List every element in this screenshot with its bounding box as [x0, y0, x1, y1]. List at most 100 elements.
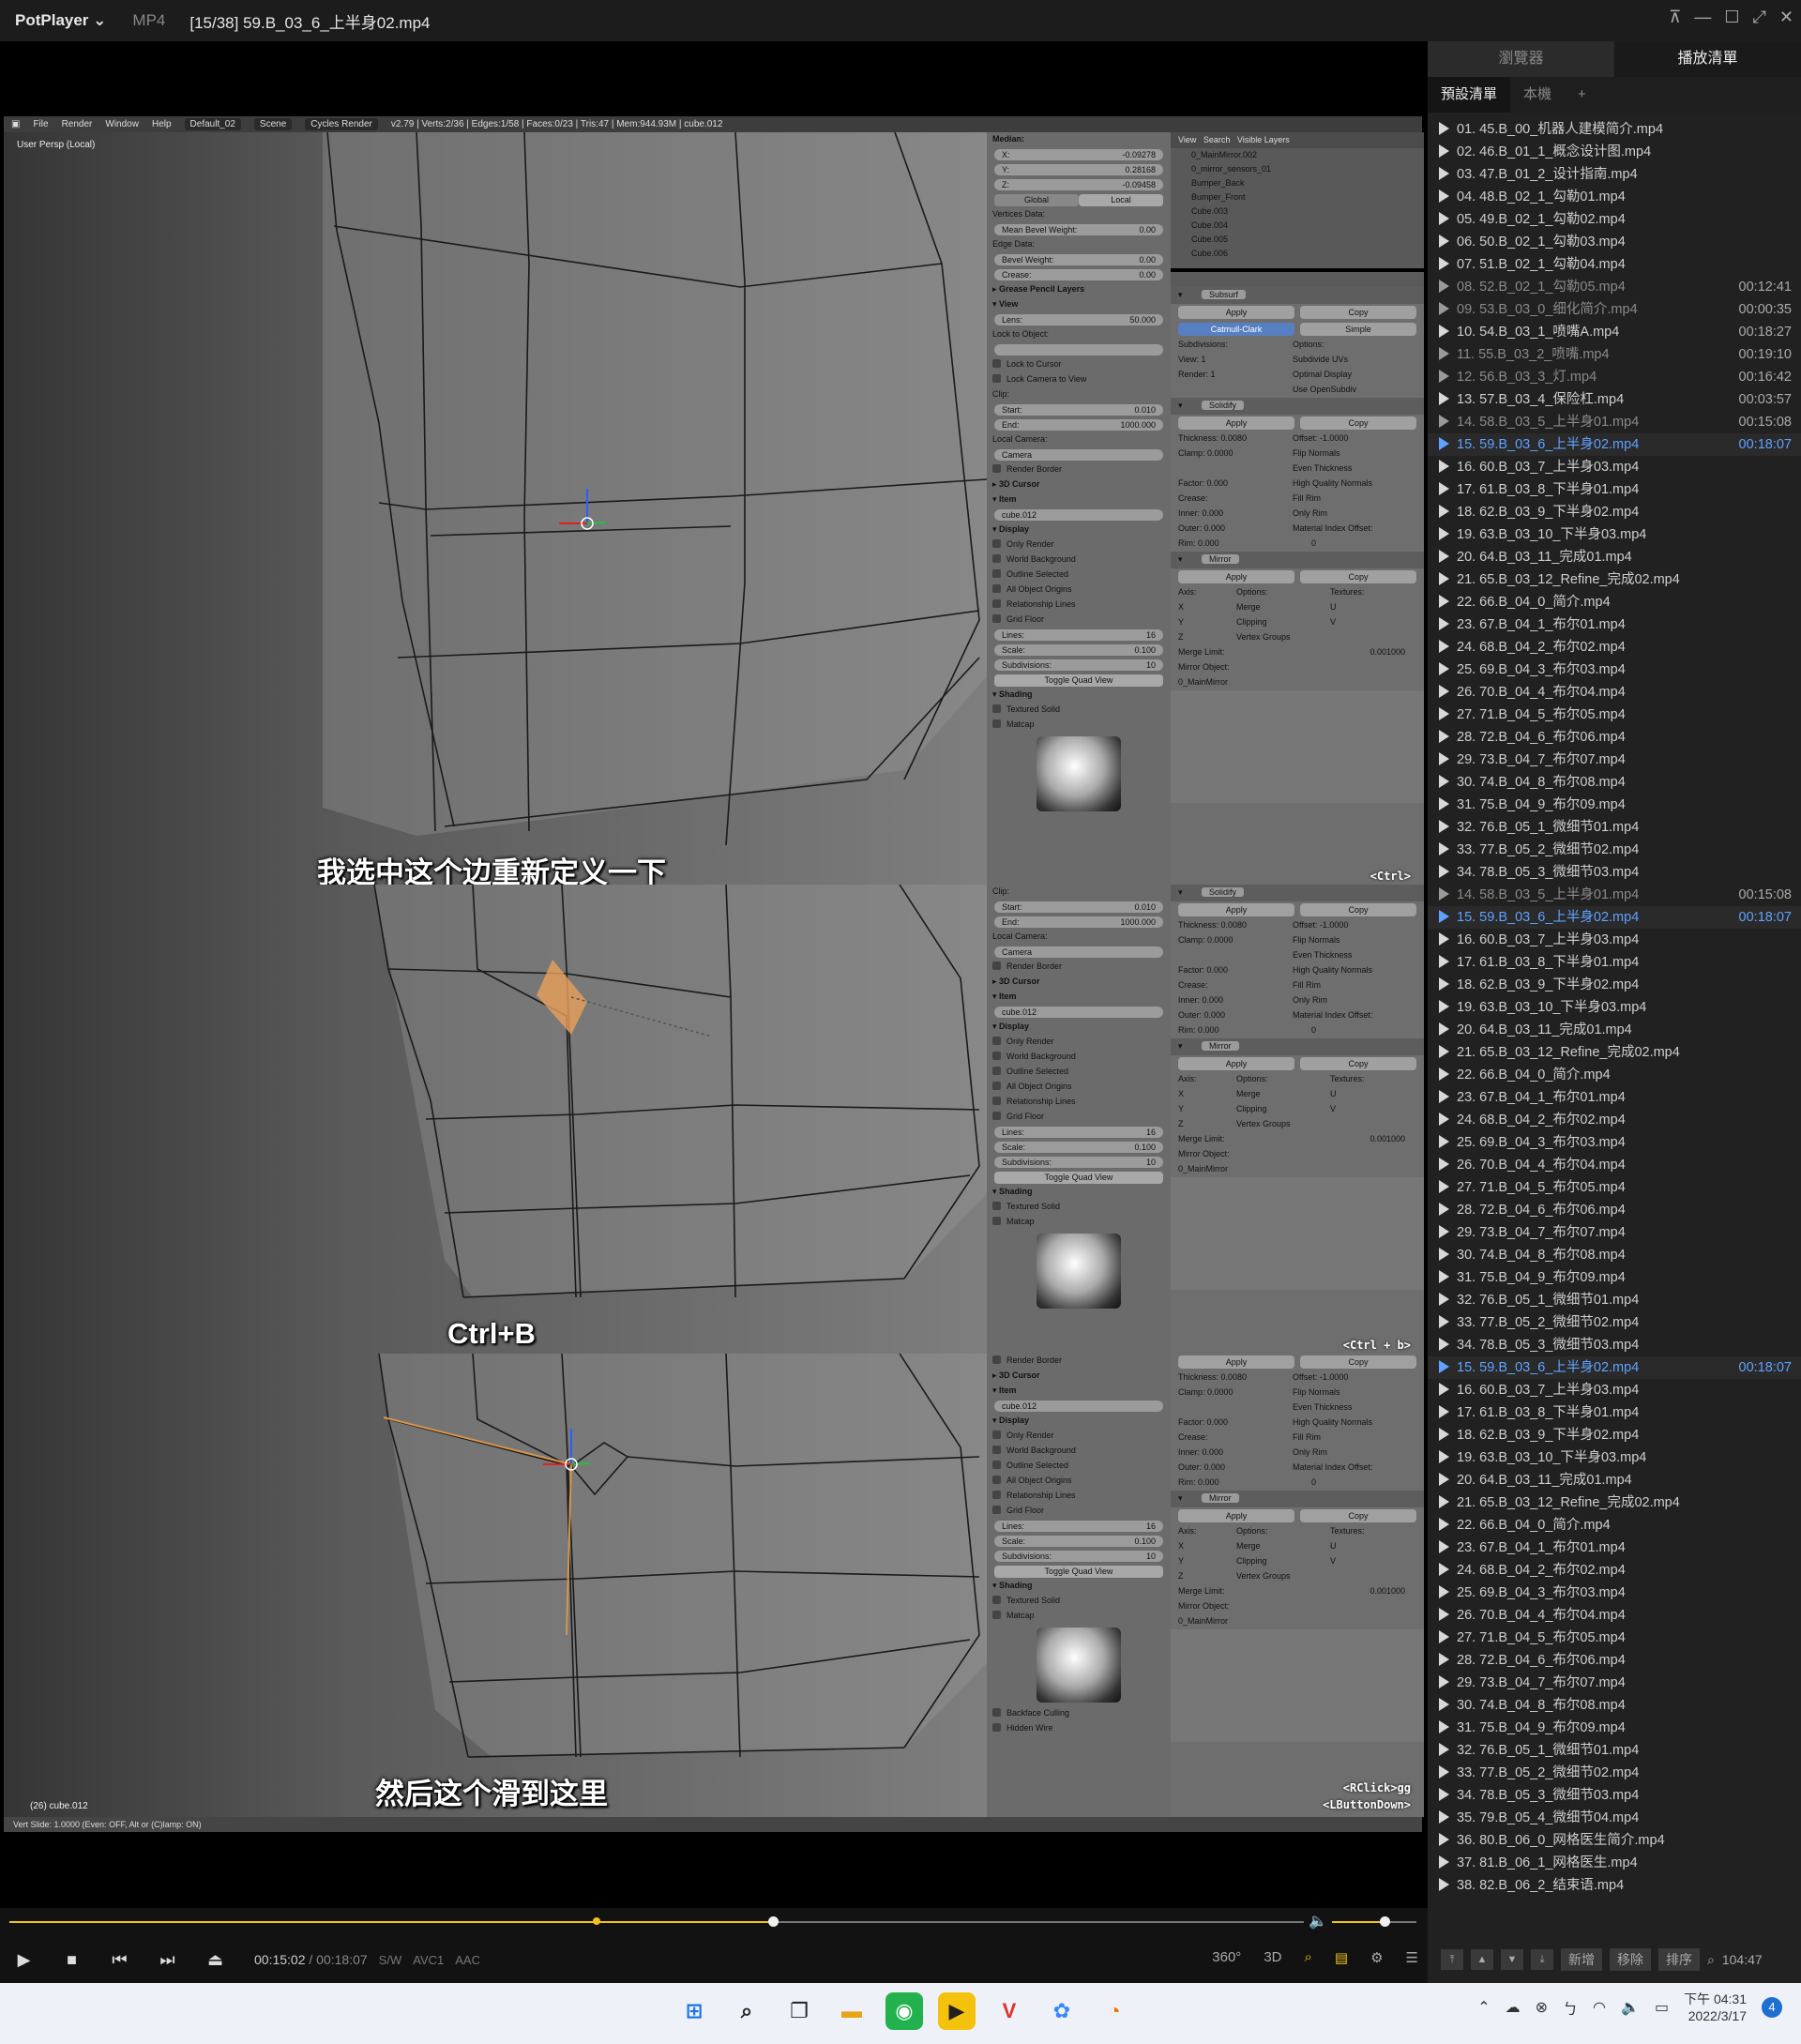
factor-field[interactable]: Factor: 0.000 [1178, 1417, 1228, 1427]
vr360-button[interactable]: 360° [1212, 1949, 1241, 1966]
next-icon[interactable]: ⏭ [144, 1950, 191, 1970]
grid-lines-field[interactable]: Lines: 16 [994, 1521, 1163, 1532]
stop-icon[interactable]: ■ [48, 1950, 96, 1970]
fullscreen-icon[interactable]: ⤢ [1753, 8, 1766, 27]
potplayer-icon[interactable]: ▶ [938, 1992, 976, 2030]
file-explorer-icon[interactable]: ▬ [833, 1992, 870, 2030]
cursor-3d-panel[interactable]: ▸ 3D Cursor [987, 975, 1171, 990]
local-toggle[interactable]: Local [1079, 194, 1163, 206]
hidden-wire-checkbox[interactable]: Hidden Wire [987, 1721, 1171, 1736]
only-render-checkbox[interactable]: Only Render [987, 1035, 1171, 1050]
viewport-3[interactable]: (26) cube.012 [4, 1354, 987, 1817]
playlist-item[interactable]: 11. 55.B_03_2_喷嘴.mp4 00:19:10 [1428, 343, 1801, 366]
playlist-item[interactable]: 29. 73.B_04_7_布尔07.mp4 [1428, 1221, 1801, 1244]
ab-marker[interactable] [593, 1917, 600, 1925]
vertex-groups-checkbox[interactable]: Vertex Groups [1236, 1119, 1291, 1128]
matcap-checkbox[interactable]: Matcap [987, 718, 1171, 733]
playlist-item[interactable]: 21. 65.B_03_12_Refine_完成02.mp4 [1428, 568, 1801, 591]
playlist-item[interactable]: 31. 75.B_04_9_布尔09.mp4 [1428, 1266, 1801, 1289]
axis-y-checkbox[interactable]: Y [1178, 617, 1184, 627]
lock-camera-checkbox[interactable]: Lock Camera to View [987, 372, 1171, 387]
thickness-field[interactable]: Thickness: 0.0080 [1178, 920, 1247, 930]
grid-floor-checkbox[interactable]: Grid Floor [987, 1504, 1171, 1519]
playlist-item[interactable]: 21. 65.B_03_12_Refine_完成02.mp4 [1428, 1491, 1801, 1514]
playlist-item-current[interactable]: 15. 59.B_03_6_上半身02.mp4 00:18:07 [1428, 1356, 1801, 1379]
playlist-item[interactable]: 14. 58.B_03_5_上半身01.mp4 00:15:08 [1428, 884, 1801, 906]
clamp-field[interactable]: Clamp: 0.0000 [1178, 448, 1233, 458]
playlist-item[interactable]: 17. 61.B_03_8_下半身01.mp4 [1428, 478, 1801, 501]
merge-limit-field[interactable]: Merge Limit: 0.001000 [1178, 647, 1405, 657]
outline-selected-checkbox[interactable]: Outline Selected [987, 568, 1171, 583]
menu-render[interactable]: Render [62, 119, 93, 129]
gear-icon[interactable]: ⚙ [1370, 1949, 1383, 1966]
fill-rim-checkbox[interactable]: Fill Rim [1293, 493, 1321, 503]
cursor-3d-panel[interactable]: ▸ 3D Cursor [987, 1369, 1171, 1384]
playlist-item[interactable]: 31. 75.B_04_9_布尔09.mp4 [1428, 1717, 1801, 1739]
even-thickness-checkbox[interactable]: Even Thickness [1293, 1402, 1352, 1412]
grid-floor-checkbox[interactable]: Grid Floor [987, 1110, 1171, 1125]
playlist-item[interactable]: 30. 74.B_04_8_布尔08.mp4 [1428, 771, 1801, 794]
add-button[interactable]: 新增 [1561, 1948, 1602, 1971]
video-codec-badge[interactable]: AVC1 [413, 1953, 444, 1967]
item-name-field[interactable]: cube.012 [994, 1007, 1163, 1018]
grid-scale-field[interactable]: Scale: 0.100 [994, 1142, 1163, 1153]
mean-bevel-field[interactable]: Mean Bevel Weight: 0.00 [994, 224, 1163, 235]
material-offset-field[interactable]: 0 [1311, 1025, 1316, 1035]
playlist-item[interactable]: 26. 70.B_04_4_布尔04.mp4 [1428, 681, 1801, 704]
add-list-button[interactable]: + [1565, 77, 1599, 113]
clock[interactable]: 下午 04:31 2022/3/17 [1684, 1991, 1747, 2024]
hq-normals-checkbox[interactable]: High Quality Normals [1293, 1417, 1372, 1427]
world-background-checkbox[interactable]: World Background [987, 1444, 1171, 1459]
view-panel[interactable]: ▾ View [987, 297, 1171, 312]
median-x-field[interactable]: X: -0.09278 [994, 149, 1163, 160]
all-origins-checkbox[interactable]: All Object Origins [987, 583, 1171, 598]
editor-type-icon[interactable]: ▣ [11, 119, 20, 129]
search-icon[interactable]: ⌕ [728, 1992, 765, 2030]
copy-button[interactable]: Copy [1300, 903, 1416, 916]
matcap-checkbox[interactable]: Matcap [987, 1609, 1171, 1624]
texture-u-checkbox[interactable]: U [1330, 602, 1337, 612]
subsurf-modifier-header[interactable]: ▾ Subsurf [1171, 287, 1424, 304]
display-panel[interactable]: ▾ Display [987, 1414, 1171, 1429]
outer-field[interactable]: Outer: 0.000 [1178, 1010, 1225, 1020]
maximize-icon[interactable]: ☐ [1724, 8, 1739, 27]
move-down-icon[interactable]: ▼ [1501, 1949, 1523, 1970]
menu-help[interactable]: Help [152, 119, 172, 129]
world-background-checkbox[interactable]: World Background [987, 553, 1171, 568]
playlist-item[interactable]: 05. 49.B_02_1_勾勒02.mp4 [1428, 208, 1801, 231]
merge-limit-field[interactable]: Merge Limit: 0.001000 [1178, 1586, 1405, 1596]
playlist-item[interactable]: 19. 63.B_03_10_下半身03.mp4 [1428, 523, 1801, 546]
texture-u-checkbox[interactable]: U [1330, 1541, 1337, 1551]
playlist-item[interactable]: 16. 60.B_03_7_上半身03.mp4 [1428, 456, 1801, 478]
render-border-checkbox[interactable]: Render Border [987, 1354, 1171, 1369]
outliner-item[interactable]: 0_MainMirror.002 [1171, 148, 1424, 162]
matcap-preview[interactable] [1037, 736, 1121, 811]
axis-z-checkbox[interactable]: Z [1178, 632, 1184, 642]
playlist-item-current[interactable]: 15. 59.B_03_6_上半身02.mp4 00:18:07 [1428, 433, 1801, 456]
minimize-icon[interactable]: — [1694, 8, 1711, 27]
outline-selected-checkbox[interactable]: Outline Selected [987, 1065, 1171, 1080]
playlist-item[interactable]: 01. 45.B_00_机器人建模简介.mp4 [1428, 118, 1801, 141]
flip-normals-checkbox[interactable]: Flip Normals [1293, 1387, 1340, 1397]
textured-solid-checkbox[interactable]: Textured Solid [987, 1200, 1171, 1215]
3d-button[interactable]: 3D [1264, 1949, 1281, 1966]
move-up-icon[interactable]: ▲ [1471, 1949, 1493, 1970]
playlist-item[interactable]: 27. 71.B_04_5_布尔05.mp4 [1428, 1176, 1801, 1199]
axis-x-checkbox[interactable]: X [1178, 1089, 1184, 1098]
axis-y-checkbox[interactable]: Y [1178, 1556, 1184, 1566]
solidify-modifier-header[interactable]: ▾ Solidify [1171, 885, 1424, 901]
shading-panel[interactable]: ▾ Shading [987, 1185, 1171, 1200]
pin-icon[interactable]: ⊼ [1669, 8, 1681, 27]
axis-y-checkbox[interactable]: Y [1178, 1104, 1184, 1113]
copy-button[interactable]: Copy [1300, 306, 1416, 319]
move-bottom-icon[interactable]: ⤓ [1531, 1949, 1553, 1970]
relationship-lines-checkbox[interactable]: Relationship Lines [987, 1095, 1171, 1110]
apply-button[interactable]: Apply [1178, 416, 1294, 430]
playlist-item[interactable]: 22. 66.B_04_0_简介.mp4 [1428, 1064, 1801, 1086]
playlist-item[interactable]: 33. 77.B_05_2_微细节02.mp4 [1428, 839, 1801, 861]
offset-field[interactable]: Offset: -1.0000 [1293, 1372, 1348, 1382]
axis-z-checkbox[interactable]: Z [1178, 1571, 1184, 1581]
notification-badge[interactable]: 4 [1762, 1997, 1782, 2018]
playlist-item[interactable]: 16. 60.B_03_7_上半身03.mp4 [1428, 929, 1801, 951]
sort-button[interactable]: 排序 [1658, 1948, 1700, 1971]
